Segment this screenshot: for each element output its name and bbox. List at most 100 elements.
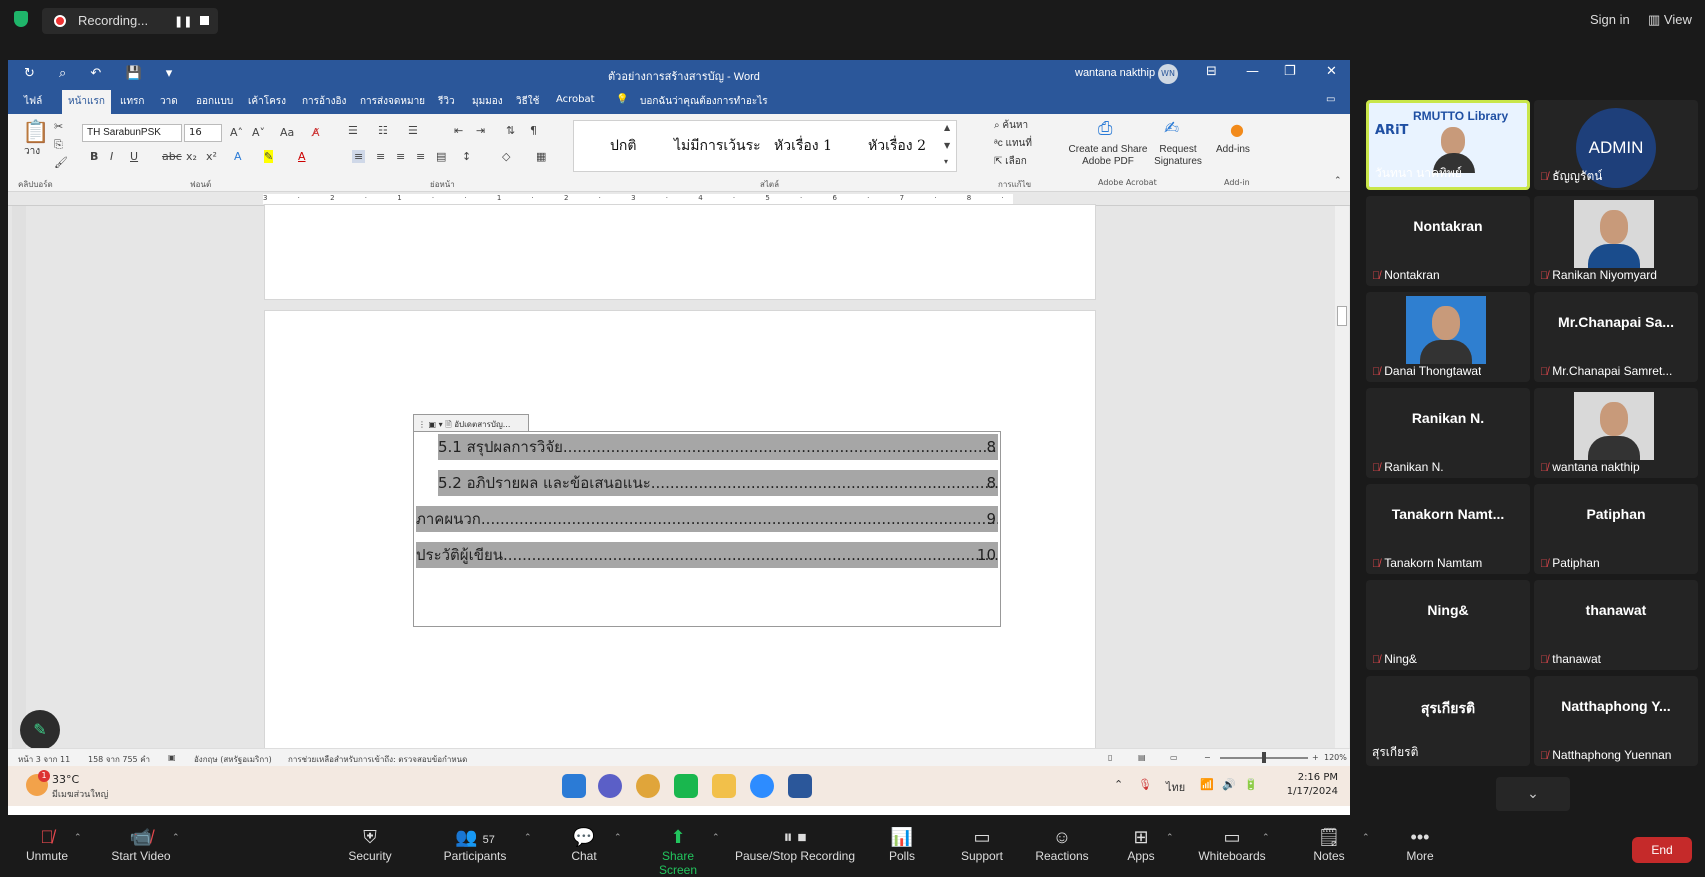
vertical-ruler[interactable] bbox=[12, 206, 26, 748]
video-tile[interactable]: thanawat 🎙̸ thanawat bbox=[1534, 580, 1698, 670]
align-center-icon[interactable]: ≡ bbox=[376, 150, 385, 163]
shrink-font-icon[interactable]: A˅ bbox=[252, 126, 265, 139]
video-tile[interactable]: Mr.Chanapai Sa... 🎙̸ Mr.Chanapai Samret..… bbox=[1534, 292, 1698, 382]
comments-icon[interactable]: ▭ bbox=[1326, 94, 1335, 105]
justify-icon[interactable]: ≡ bbox=[416, 150, 425, 163]
share-chevron-icon[interactable]: ⌃ bbox=[712, 833, 720, 843]
find-button[interactable]: ⌕ ค้นหา bbox=[994, 120, 1028, 132]
video-tile[interactable]: Ning& 🎙̸ Ning& bbox=[1366, 580, 1530, 670]
copy-icon[interactable]: ⎘ bbox=[54, 138, 63, 152]
apps-chevron-icon[interactable]: ⌃ bbox=[1166, 833, 1174, 843]
notes-button[interactable]: 🗒 Notes bbox=[1310, 825, 1348, 863]
apps-button[interactable]: ⊞ Apps bbox=[1126, 825, 1156, 863]
quick-access-icons[interactable]: ↻ ⌕ ↶ 💾 ▾ bbox=[24, 66, 182, 81]
video-tile[interactable]: Nontakran 🎙̸ Nontakran bbox=[1366, 196, 1530, 286]
video-tile[interactable]: 🎙̸ Ranikan Niyomyard bbox=[1534, 196, 1698, 286]
italic-icon[interactable]: I bbox=[110, 150, 113, 163]
accessibility-status[interactable]: การช่วยเหลือสำหรับการเข้าถึง: ตรวจสอบข้อ… bbox=[288, 753, 467, 766]
font-color-icon[interactable]: A bbox=[298, 150, 306, 163]
borders-icon[interactable]: ▦ bbox=[536, 150, 546, 163]
document-page-previous[interactable] bbox=[264, 204, 1096, 300]
participants-chevron-icon[interactable]: ⌃ bbox=[524, 833, 532, 843]
chat-button[interactable]: 💬 Chat bbox=[566, 825, 602, 863]
tray-expand-icon[interactable]: ⌃ bbox=[1114, 778, 1123, 791]
word-app-icon[interactable] bbox=[788, 774, 812, 798]
subscript-icon[interactable]: x₂ bbox=[186, 150, 197, 163]
toc-entry[interactable]: 5.2 อภิปรายผล และข้อเสนอแนะ.............… bbox=[438, 470, 998, 496]
change-case-icon[interactable]: Aa bbox=[280, 126, 294, 139]
video-tile[interactable]: 🎙̸ wantana nakthip bbox=[1534, 388, 1698, 478]
styles-scroll-down-icon[interactable]: ▼ bbox=[944, 141, 950, 150]
toc-entry[interactable]: ประวัติผู้เขียน.........................… bbox=[416, 542, 998, 568]
style-heading-1[interactable]: หัวเรื่อง 1 bbox=[774, 135, 832, 157]
sort-icon[interactable]: ⇅ bbox=[506, 124, 515, 137]
highlight-icon[interactable]: ✎ bbox=[264, 150, 274, 163]
document-page-current[interactable]: ⋮ ▣ ▾ 🗎 อัปเดตสารบัญ... 5.1 สรุปผลการวิจ… bbox=[264, 310, 1096, 750]
video-tile[interactable]: Natthaphong Y... 🎙̸ Natthaphong Yuennan bbox=[1534, 676, 1698, 766]
web-layout-icon[interactable]: ▭ bbox=[1170, 753, 1178, 762]
tab-mailings[interactable]: การส่งจดหมาย bbox=[360, 94, 425, 109]
gallery-next-page-icon[interactable]: ⌄ bbox=[1496, 777, 1570, 811]
underline-icon[interactable]: U bbox=[130, 150, 138, 163]
update-toc-tab[interactable]: ⋮ ▣ ▾ 🗎 อัปเดตสารบัญ... bbox=[413, 414, 529, 432]
more-button[interactable]: ••• More bbox=[1402, 825, 1438, 863]
request-signatures-icon[interactable]: ✍ bbox=[1164, 118, 1179, 139]
request-signatures-button[interactable]: Request Signatures bbox=[1148, 144, 1208, 168]
collapse-ribbon-icon[interactable]: ⌃ bbox=[1334, 176, 1342, 186]
read-mode-icon[interactable]: ▯ bbox=[1108, 753, 1112, 762]
replace-button[interactable]: ᵃc แทนที่ bbox=[994, 138, 1032, 150]
show-marks-icon[interactable]: ¶ bbox=[530, 124, 537, 137]
minimize-icon[interactable]: — bbox=[1246, 64, 1259, 79]
video-options-chevron-icon[interactable]: ⌃ bbox=[172, 833, 180, 843]
start-video-button[interactable]: 📹̸ Start Video bbox=[106, 825, 176, 863]
strikethrough-icon[interactable]: abc bbox=[162, 150, 182, 163]
increase-indent-icon[interactable]: ⇥ bbox=[476, 124, 485, 137]
zoom-level[interactable]: 120% bbox=[1324, 753, 1347, 762]
audio-options-chevron-icon[interactable]: ⌃ bbox=[74, 833, 82, 843]
window-divider[interactable] bbox=[1350, 60, 1360, 815]
superscript-icon[interactable]: x² bbox=[206, 150, 217, 163]
zoom-out-icon[interactable]: − bbox=[1204, 753, 1211, 762]
chat-chevron-icon[interactable]: ⌃ bbox=[614, 833, 622, 843]
style-no-spacing[interactable]: ไม่มีการเว้นระ bbox=[674, 135, 761, 157]
language-status[interactable]: อังกฤษ (สหรัฐอเมริกา) bbox=[194, 753, 272, 766]
tab-references[interactable]: การอ้างอิง bbox=[302, 94, 346, 109]
tab-layout[interactable]: เค้าโครง bbox=[248, 94, 286, 109]
support-button[interactable]: ▭ Support bbox=[956, 825, 1008, 863]
align-left-icon[interactable]: ≡ bbox=[352, 150, 366, 163]
toc-entry[interactable]: 5.1 สรุปผลการวิจัย......................… bbox=[438, 434, 998, 460]
close-icon[interactable]: ✕ bbox=[1326, 64, 1337, 79]
tab-insert[interactable]: แทรก bbox=[120, 94, 144, 109]
whiteboards-button[interactable]: ▭ Whiteboards bbox=[1196, 825, 1268, 863]
text-effects-icon[interactable]: A bbox=[234, 150, 242, 163]
tab-acrobat[interactable]: Acrobat bbox=[556, 94, 595, 105]
pause-stop-recording-button[interactable]: ⏸ ⏹ Pause/Stop Recording bbox=[734, 825, 856, 863]
volume-icon[interactable]: 🔊 bbox=[1222, 778, 1236, 791]
windows-start-icon[interactable] bbox=[562, 774, 586, 798]
multilevel-icon[interactable]: ☰ bbox=[408, 124, 418, 137]
tab-help[interactable]: วิธีใช้ bbox=[516, 94, 539, 109]
styles-scroll-up-icon[interactable]: ▲ bbox=[944, 123, 950, 132]
select-button[interactable]: ⇱ เลือก bbox=[994, 156, 1027, 168]
clock-date[interactable]: 1/17/2024 bbox=[1272, 786, 1338, 797]
create-pdf-icon[interactable]: ⎙ bbox=[1098, 118, 1112, 139]
clock-time[interactable]: 2:16 PM bbox=[1278, 772, 1338, 783]
zoom-in-icon[interactable]: + bbox=[1312, 753, 1319, 762]
annotate-pen-icon[interactable]: ✎ bbox=[20, 710, 60, 750]
table-of-contents[interactable]: ⋮ ▣ ▾ 🗎 อัปเดตสารบัญ... 5.1 สรุปผลการวิจ… bbox=[413, 414, 1001, 627]
reactions-button[interactable]: ☺ Reactions bbox=[1034, 825, 1090, 863]
restore-icon[interactable]: ❐ bbox=[1284, 64, 1296, 79]
network-icon[interactable]: 📶 bbox=[1200, 778, 1214, 791]
weather-desc[interactable]: มีเมฆส่วนใหญ่ bbox=[52, 787, 108, 801]
stop-icon[interactable] bbox=[200, 16, 209, 25]
tell-me-input[interactable]: บอกฉันว่าคุณต้องการทำอะไร bbox=[640, 94, 768, 109]
share-screen-button[interactable]: ⬆ Share Screen bbox=[642, 825, 714, 877]
ribbon-display-icon[interactable]: ⊟ bbox=[1206, 64, 1217, 79]
clear-format-icon[interactable]: A̸ bbox=[312, 126, 320, 139]
tab-view[interactable]: มุมมอง bbox=[472, 94, 503, 109]
font-size-select[interactable]: 16 bbox=[184, 124, 222, 142]
video-tile[interactable]: Ranikan N. 🎙̸ Ranikan N. bbox=[1366, 388, 1530, 478]
print-layout-icon[interactable]: ▤ bbox=[1138, 753, 1146, 762]
video-tile[interactable]: Patiphan 🎙̸ Patiphan bbox=[1534, 484, 1698, 574]
align-right-icon[interactable]: ≡ bbox=[396, 150, 405, 163]
